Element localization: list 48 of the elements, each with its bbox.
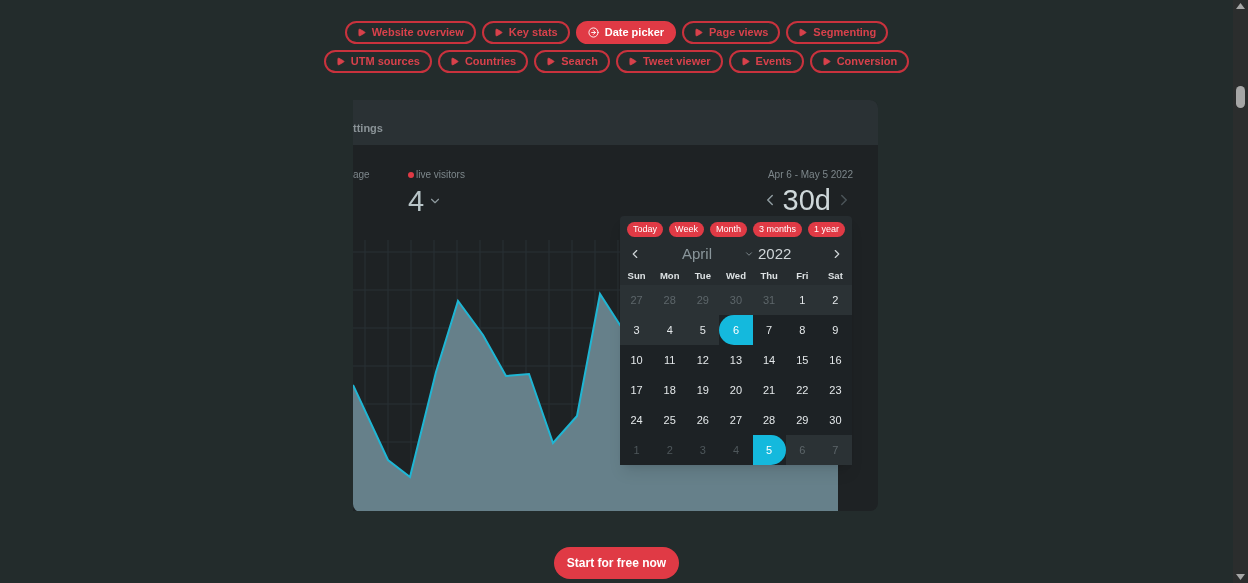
demo-tab[interactable]: Tweet viewer: [615, 50, 723, 73]
stat-label: age: [353, 168, 370, 182]
play-icon: [493, 28, 503, 37]
live-visitors-count: 4: [408, 184, 425, 219]
weekday-label: Wed: [725, 268, 747, 283]
live-visitors-label: live visitors: [416, 168, 465, 182]
demo-tab[interactable]: Search: [534, 50, 610, 73]
demo-tab[interactable]: Events: [728, 50, 804, 73]
demo-tab[interactable]: Website overview: [344, 21, 476, 44]
scroll-thumb[interactable]: [1236, 86, 1245, 108]
weekday-label: Tue: [693, 268, 712, 283]
play-icon: [627, 57, 637, 66]
weekday-label: Thu: [759, 268, 779, 283]
demo-tab[interactable]: Date picker: [575, 21, 677, 44]
weekday-label: Mon: [658, 268, 681, 283]
date-range-label: Apr 6 - May 5 2022: [767, 168, 853, 182]
weekday-label: Fri: [795, 268, 810, 283]
preset-button[interactable]: Month: [709, 222, 747, 237]
play-icon: [694, 28, 704, 37]
preset-button[interactable]: 3 months: [752, 222, 802, 237]
preset-button[interactable]: 1 year: [807, 222, 845, 237]
scroll-down-icon[interactable]: [1236, 574, 1245, 580]
year-field[interactable]: 2022: [758, 242, 792, 266]
weekday-label: Sat: [827, 268, 844, 283]
start-free-button[interactable]: Start for free now: [553, 547, 680, 579]
play-icon: [798, 28, 808, 37]
month-select[interactable]: April: [682, 242, 712, 266]
demo-tab[interactable]: Page views: [682, 21, 781, 44]
demo-tab[interactable]: Key stats: [481, 21, 570, 44]
demo-tab[interactable]: UTM sources: [323, 50, 432, 73]
settings-tab[interactable]: ttings: [353, 119, 383, 136]
scrollbar[interactable]: [1233, 0, 1248, 583]
weekday-label: Sun: [626, 268, 647, 283]
arrow-circle-icon: [587, 27, 599, 38]
demo-tab[interactable]: Segmenting: [786, 21, 889, 44]
dropdown-icon: [744, 249, 754, 259]
play-icon: [740, 57, 750, 66]
preset-button[interactable]: Week: [669, 222, 704, 237]
preset-button[interactable]: Today: [627, 222, 664, 237]
play-icon: [335, 57, 345, 66]
play-icon: [821, 57, 831, 66]
scroll-up-icon[interactable]: [1236, 3, 1245, 9]
play-icon: [449, 57, 459, 66]
play-icon: [546, 57, 556, 66]
period-value[interactable]: 30d: [782, 182, 831, 218]
demo-tab[interactable]: Conversion: [809, 50, 910, 73]
demo-tab[interactable]: Countries: [437, 50, 529, 73]
play-icon: [356, 28, 366, 37]
